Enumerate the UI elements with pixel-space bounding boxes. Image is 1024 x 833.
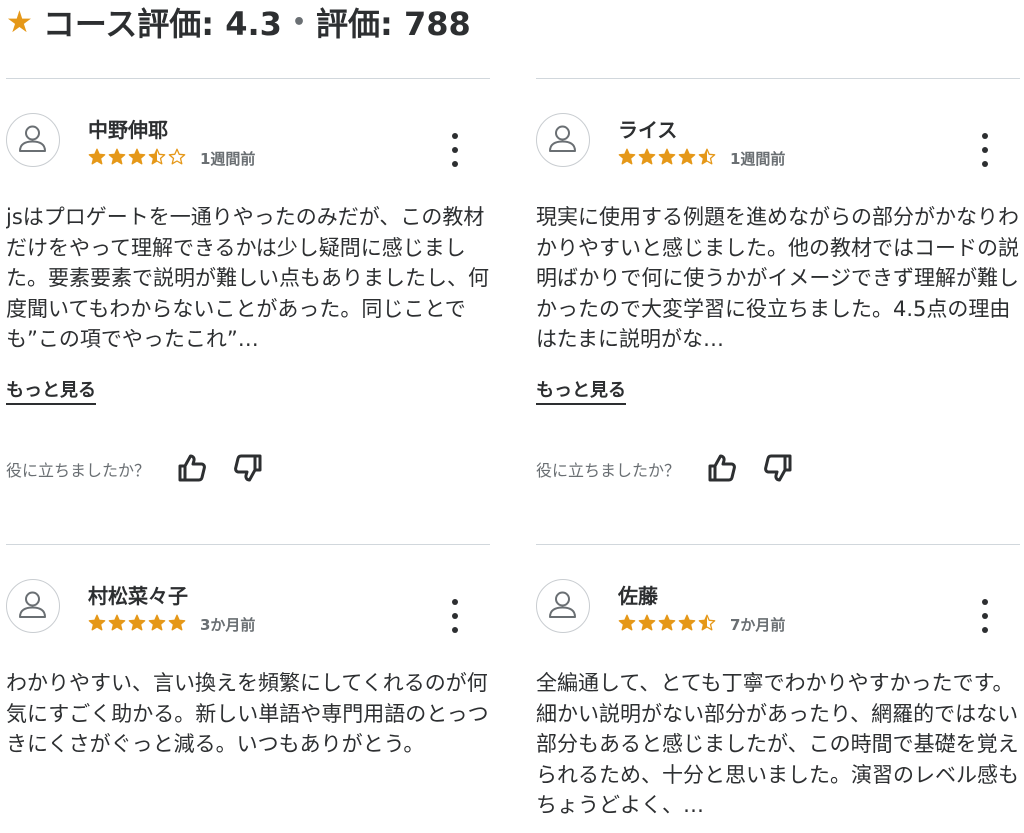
thumbs-up-icon[interactable] — [706, 452, 738, 484]
review-divider — [6, 78, 490, 79]
helpful-prompt: 役に立ちましたか？ — [536, 461, 681, 480]
avatar — [6, 113, 60, 167]
star-rating — [88, 148, 188, 166]
thumbs-down-icon[interactable] — [232, 452, 264, 484]
star-full-icon — [618, 614, 636, 631]
review-card: 佐藤 7か月前 全編通して、とても丁寧でわかりやすかったです。細かい説明がない部… — [536, 544, 1020, 833]
star-rating — [618, 148, 718, 166]
helpful-prompt: 役に立ちましたか？ — [6, 461, 151, 480]
show-more-link[interactable]: もっと見る — [536, 379, 626, 405]
review-date: 1週間前 — [730, 150, 786, 168]
user-avatar-icon — [549, 591, 576, 618]
review-divider — [6, 544, 490, 545]
star-half-icon — [148, 148, 166, 165]
review-divider — [536, 544, 1020, 545]
star-half-icon — [698, 148, 716, 165]
user-avatar-icon — [19, 591, 46, 618]
user-avatar-icon — [19, 125, 46, 152]
course-rating-label: コース評価: 4.3 — [42, 5, 282, 43]
thumbs-up-icon[interactable] — [176, 452, 208, 484]
more-options-icon[interactable] — [442, 133, 468, 167]
review-divider — [536, 78, 1020, 79]
reviewer-name: 佐藤 — [618, 584, 658, 608]
review-date: 3か月前 — [200, 616, 256, 634]
separator-dot: • — [291, 9, 306, 35]
star-full-icon — [618, 148, 636, 165]
more-options-icon[interactable] — [442, 599, 468, 633]
review-date: 1週間前 — [200, 150, 256, 168]
star-full-icon — [638, 614, 656, 631]
show-more-link[interactable]: もっと見る — [6, 379, 96, 405]
review-date: 7か月前 — [730, 616, 786, 634]
rating-count-label: 評価: 788 — [316, 5, 471, 43]
reviewer-name: 中野伸耶 — [88, 118, 168, 142]
star-full-icon — [658, 614, 676, 631]
star-half-icon — [698, 614, 716, 631]
review-card: 村松菜々子 3か月前 わかりやすい、言い換えを頻繁にしてくれるのが何気にすごく助… — [6, 544, 490, 833]
star-full-icon — [148, 614, 166, 631]
star-full-icon — [678, 148, 696, 165]
star-full-icon — [108, 148, 126, 165]
reviewer-name: 村松菜々子 — [88, 584, 188, 608]
review-text: jsはプロゲートを一通りやったのみだが、この教材だけをやって理解できるかは少し疑… — [6, 205, 489, 351]
more-options-icon[interactable] — [972, 599, 998, 633]
review-card: 中野伸耶 1週間前 jsはプロゲートを一通りやったのみだが、この教材だけをやって… — [6, 78, 490, 482]
star-full-icon — [108, 614, 126, 631]
star-full-icon — [638, 148, 656, 165]
star-icon: ★ — [6, 4, 33, 40]
avatar — [6, 579, 60, 633]
star-empty-icon — [168, 148, 186, 165]
course-rating-header: ★ コース評価: 4.3 • 評価: 788 — [6, 2, 471, 44]
reviewer-name: ライス — [618, 118, 678, 142]
star-full-icon — [128, 148, 146, 165]
review-text: 全編通して、とても丁寧でわかりやすかったです。細かい説明がない部分があったり、網… — [536, 671, 1019, 817]
review-card: ライス 1週間前 現実に使用する例題を進めながらの部分がかなりわかりやすいと感じ… — [536, 78, 1020, 482]
star-full-icon — [658, 148, 676, 165]
thumbs-down-icon[interactable] — [762, 452, 794, 484]
star-full-icon — [128, 614, 146, 631]
star-full-icon — [88, 148, 106, 165]
review-text: わかりやすい、言い換えを頻繁にしてくれるのが何気にすごく助かる。新しい単語や専門… — [6, 671, 489, 756]
avatar — [536, 579, 590, 633]
star-rating — [618, 614, 718, 632]
star-full-icon — [88, 614, 106, 631]
star-full-icon — [678, 614, 696, 631]
user-avatar-icon — [549, 125, 576, 152]
more-options-icon[interactable] — [972, 133, 998, 167]
review-text: 現実に使用する例題を進めながらの部分がかなりわかりやすいと感じました。他の教材で… — [536, 205, 1019, 351]
star-rating — [88, 614, 188, 632]
star-full-icon — [168, 614, 186, 631]
avatar — [536, 113, 590, 167]
